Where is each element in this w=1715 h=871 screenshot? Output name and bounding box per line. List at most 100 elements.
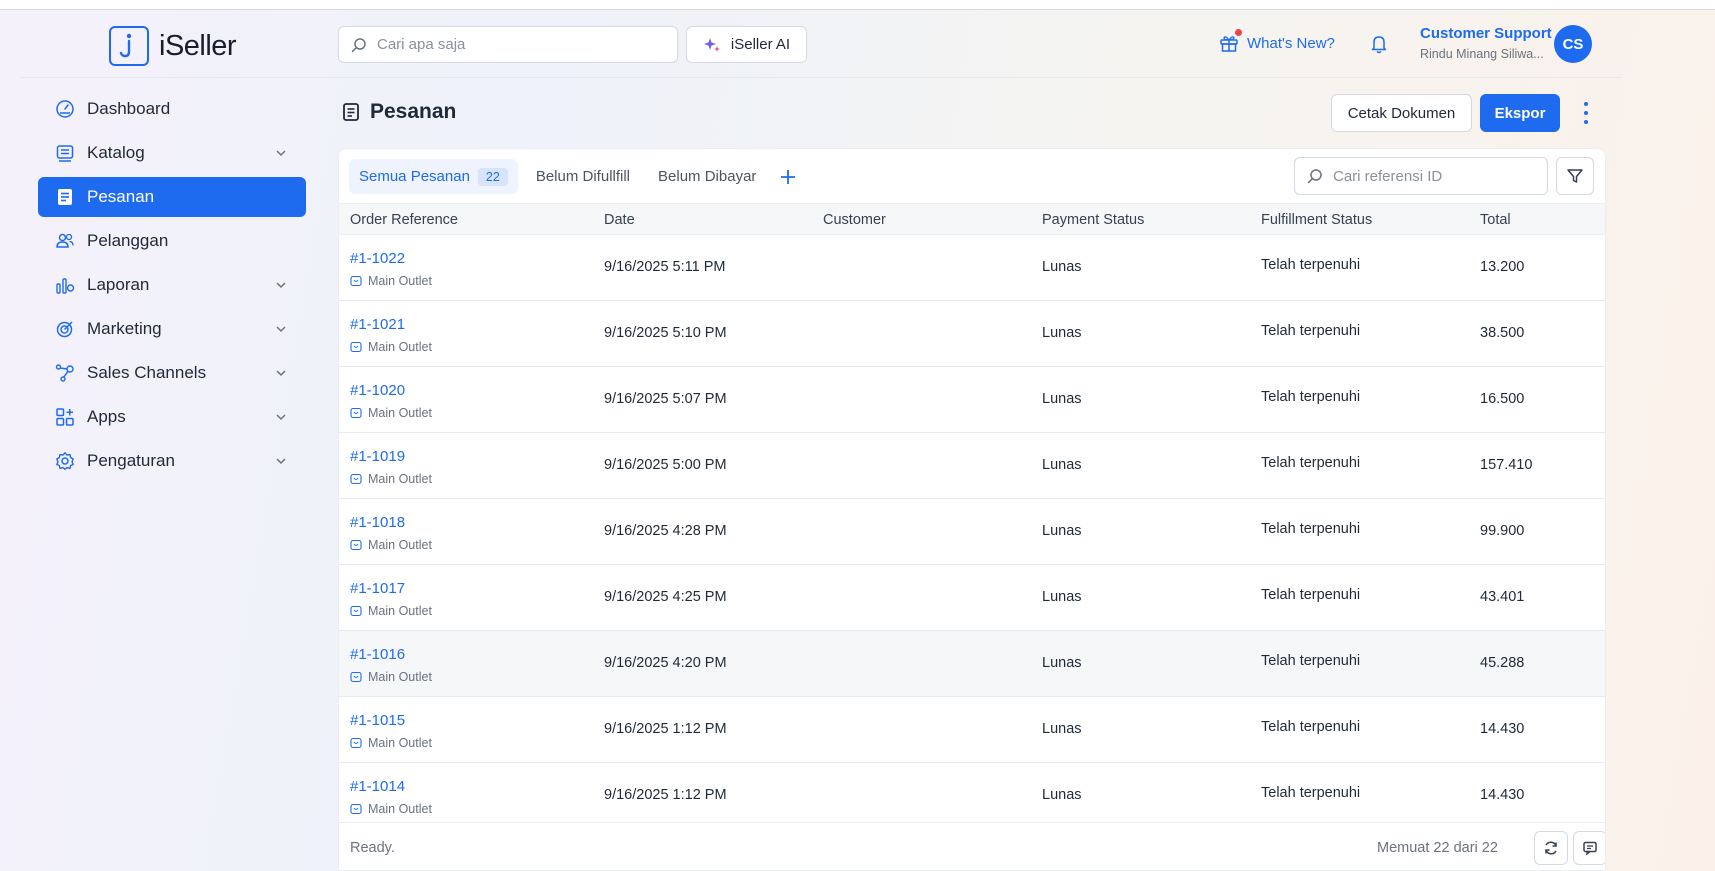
outlet-name: Main Outlet [368, 604, 432, 618]
more-options-icon[interactable] [1579, 102, 1593, 124]
global-search-input[interactable] [377, 36, 657, 53]
sidebar-item-apps[interactable]: Apps [38, 397, 306, 437]
table-row[interactable]: #1-1016 Main Outlet 9/16/2025 4:20 PM Lunas… [339, 631, 1605, 697]
outlet-name: Main Outlet [368, 406, 432, 420]
order-reference-link[interactable]: #1-1015 [350, 712, 405, 729]
order-tabs: Semua Pesanan 22 Belum Difullfill Belum … [349, 159, 798, 194]
refresh-button[interactable] [1534, 831, 1568, 865]
store-icon [350, 605, 362, 617]
table-row[interactable]: #1-1017 Main Outlet 9/16/2025 4:25 PM Lunas… [339, 565, 1605, 631]
export-button[interactable]: Ekspor [1480, 94, 1560, 132]
table-body: #1-1022 Main Outlet 9/16/2025 5:11 PM Lunas… [339, 235, 1605, 829]
payment-status: Lunas [1042, 721, 1082, 737]
order-reference-link[interactable]: #1-1018 [350, 514, 405, 531]
page-header: Pesanan [342, 100, 456, 124]
reference-search[interactable] [1294, 157, 1548, 195]
order-reference-link[interactable]: #1-1021 [350, 316, 405, 333]
store-icon [350, 671, 362, 683]
gift-icon [1219, 29, 1242, 53]
whats-new-link[interactable]: What's New? [1219, 29, 1335, 53]
tab-semua-pesanan[interactable]: Semua Pesanan 22 [349, 159, 518, 194]
sidebar-item-katalog[interactable]: Katalog [38, 133, 306, 173]
sidebar: Dashboard Katalog Pesanan Pelanggan Lapo… [38, 89, 306, 485]
table-row[interactable]: #1-1018 Main Outlet 9/16/2025 4:28 PM Lunas… [339, 499, 1605, 565]
order-reference-link[interactable]: #1-1017 [350, 580, 405, 597]
outlet-label: Main Outlet [350, 736, 432, 750]
store-icon [350, 407, 362, 419]
fulfillment-status: Telah terpenuhi [1261, 587, 1361, 603]
table-row[interactable]: #1-1021 Main Outlet 9/16/2025 5:10 PM Lunas… [339, 301, 1605, 367]
order-total: 43.401 [1480, 589, 1525, 605]
print-document-button[interactable]: Cetak Dokumen [1331, 94, 1472, 132]
dashboard-icon [55, 99, 75, 119]
sidebar-item-label: Pesanan [87, 187, 155, 206]
whats-new-label: What's New? [1247, 34, 1335, 52]
order-reference-link[interactable]: #1-1020 [350, 382, 405, 399]
sidebar-item-sales-channels[interactable]: Sales Channels [38, 353, 306, 393]
store-icon [350, 737, 362, 749]
column-header-order-reference[interactable]: Order Reference [350, 212, 458, 228]
order-date: 9/16/2025 4:25 PM [604, 589, 727, 605]
column-header-customer[interactable]: Customer [823, 212, 886, 228]
store-icon [350, 539, 362, 551]
header-divider [20, 77, 1622, 78]
user-menu[interactable]: Customer Support Rindu Minang Siliwa... [1420, 25, 1552, 61]
reports-icon [55, 275, 75, 295]
outlet-label: Main Outlet [350, 274, 432, 288]
tab-belum-dibayar[interactable]: Belum Dibayar [648, 159, 766, 194]
app-logo[interactable]: iSeller [109, 26, 237, 66]
notes-button[interactable] [1573, 831, 1605, 865]
notification-dot [1235, 29, 1242, 36]
catalog-icon [55, 143, 75, 163]
column-header-fulfillment-status[interactable]: Fulfillment Status [1261, 212, 1372, 228]
order-total: 16.500 [1480, 391, 1525, 407]
table-row[interactable]: #1-1022 Main Outlet 9/16/2025 5:11 PM Lunas… [339, 235, 1605, 301]
tab-label: Belum Dibayar [658, 168, 757, 185]
column-header-date[interactable]: Date [604, 212, 635, 228]
filter-button[interactable] [1556, 157, 1594, 195]
table-footer: Ready. Memuat 22 dari 22 [339, 822, 1605, 870]
sidebar-item-pelanggan[interactable]: Pelanggan [38, 221, 306, 261]
sidebar-item-pesanan[interactable]: Pesanan [38, 177, 306, 217]
order-reference-link[interactable]: #1-1014 [350, 778, 405, 795]
iseller-ai-label: iSeller AI [730, 36, 791, 53]
table-row[interactable]: #1-1019 Main Outlet 9/16/2025 5:00 PM Lunas… [339, 433, 1605, 499]
table-row[interactable]: #1-1015 Main Outlet 9/16/2025 1:12 PM Lunas… [339, 697, 1605, 763]
bell-icon[interactable] [1370, 34, 1388, 54]
page-title: Pesanan [370, 100, 457, 123]
reference-search-input[interactable] [1333, 167, 1533, 185]
order-reference-link[interactable]: #1-1022 [350, 250, 405, 267]
iseller-ai-button[interactable]: iSeller AI [686, 26, 807, 63]
order-total: 14.430 [1480, 787, 1525, 803]
customers-icon [55, 231, 75, 251]
order-total: 157.410 [1480, 457, 1533, 473]
order-date: 9/16/2025 1:12 PM [604, 721, 727, 737]
orders-icon [343, 103, 359, 121]
fulfillment-status: Telah terpenuhi [1261, 719, 1361, 735]
tab-label: Belum Difullfill [535, 168, 631, 185]
outlet-name: Main Outlet [368, 736, 432, 750]
orders-icon [55, 187, 75, 207]
tab-belum-difullfill[interactable]: Belum Difullfill [526, 159, 640, 194]
outlet-name: Main Outlet [368, 802, 432, 816]
search-icon [1307, 169, 1322, 184]
order-reference-link[interactable]: #1-1019 [350, 448, 405, 465]
sales-channels-icon [55, 363, 75, 383]
column-header-total[interactable]: Total [1480, 212, 1511, 228]
table-row[interactable]: #1-1020 Main Outlet 9/16/2025 5:07 PM Lunas… [339, 367, 1605, 433]
sidebar-item-label: Pengaturan [87, 451, 175, 470]
tab-count-badge: 22 [477, 167, 508, 186]
order-reference-link[interactable]: #1-1016 [350, 646, 405, 663]
sidebar-item-marketing[interactable]: Marketing [38, 309, 306, 349]
column-header-payment-status[interactable]: Payment Status [1042, 212, 1144, 228]
avatar[interactable]: CS [1554, 25, 1592, 63]
window-top-border [0, 9, 1715, 10]
iseller-logo-icon [109, 26, 149, 66]
sidebar-item-label: Marketing [87, 319, 162, 338]
table-row[interactable]: #1-1014 Main Outlet 9/16/2025 1:12 PM Lunas… [339, 763, 1605, 829]
global-search[interactable] [338, 26, 678, 63]
sidebar-item-laporan[interactable]: Laporan [38, 265, 306, 305]
sidebar-item-pengaturan[interactable]: Pengaturan [38, 441, 306, 481]
sidebar-item-dashboard[interactable]: Dashboard [38, 89, 306, 129]
add-tab-icon[interactable] [778, 167, 798, 187]
